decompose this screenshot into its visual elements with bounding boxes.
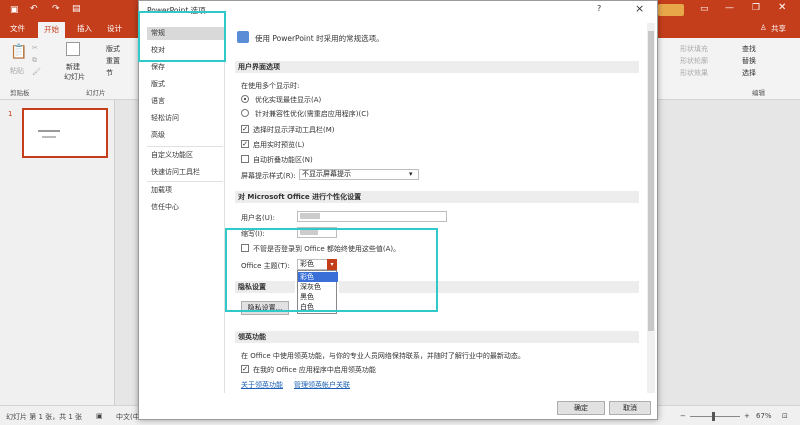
copy-icon[interactable]: ⧉ [32,56,37,65]
checkbox-live-preview[interactable]: ✓ [241,140,249,148]
reset-button[interactable]: 重置 [106,56,120,66]
undo-icon[interactable]: ↶ [30,4,38,14]
slide-info: 幻灯片 第 1 张，共 1 张 [6,413,83,421]
options-content: 使用 PowerPoint 时采用的常规选项。 用户界面选项 在使用多个显示时:… [229,23,645,393]
nav-quick-access[interactable]: 快速访问工具栏 [147,166,225,179]
redo-icon[interactable]: ↷ [52,4,60,14]
nav-addins[interactable]: 加载项 [147,184,225,197]
shape-outline-button[interactable]: 形状轮廓 [680,56,708,66]
slide-number: 1 [8,110,13,118]
new-slide-button[interactable]: 新建 [66,62,80,72]
radio-optimize-appearance[interactable] [241,95,249,103]
user-icon[interactable]: ♙ [760,23,767,32]
screentip-chevron-icon[interactable]: ▾ [409,170,413,178]
username-field[interactable] [297,211,447,222]
paste-button[interactable]: 粘贴 [10,66,24,76]
checkbox-linkedin[interactable]: ✓ [241,365,249,373]
cancel-button[interactable]: 取消 [609,401,651,415]
section-linkedin: 领英功能 [235,331,639,343]
link-manage-linkedin[interactable]: 管理领英帐户关联 [294,380,350,390]
tab-design[interactable]: 设计 [107,23,122,34]
find-button[interactable]: 查找 [742,44,756,54]
nav-layout[interactable]: 版式 [147,78,225,91]
tab-file[interactable]: 文件 [10,23,25,34]
select-button[interactable]: 选择 [742,68,756,78]
cut-icon[interactable]: ✂ [32,44,38,52]
checkbox-mini-toolbar-label: 选择时显示浮动工具栏(M) [253,126,335,134]
highlight-theme-box [225,228,438,312]
screentip-select[interactable]: 不显示屏幕提示 [299,169,419,180]
thumb-title-line [38,130,60,132]
fit-slide-icon[interactable]: ⊡ [782,412,788,420]
zoom-plus-icon[interactable]: + [744,412,750,420]
radio-optimize-compat[interactable] [241,109,249,117]
zoom-minus-icon[interactable]: − [680,412,686,420]
tab-home[interactable]: 开始 [38,22,65,38]
clipboard-group-label: 剪贴板 [10,89,30,97]
radio-optimize-compat-label: 针对兼容性优化(需重启应用程序)(C) [255,110,369,118]
checkbox-collapse-ribbon-label: 自动折叠功能区(N) [253,156,313,164]
present-icon[interactable]: ▤ [72,4,81,14]
options-dialog: PowerPoint 选项 ? × 常规 校对 保存 版式 语言 轻松访问 高级… [138,0,658,420]
slide-thumbnail[interactable] [22,108,108,158]
zoom-level[interactable]: 67% [756,412,772,420]
nav-trust-center[interactable]: 信任中心 [147,201,225,214]
options-nav: 常规 校对 保存 版式 语言 轻松访问 高级 自定义功能区 快速访问工具栏 加载… [143,23,225,393]
editing-group-label: 编辑 [752,89,765,97]
section-personalize: 对 Microsoft Office 进行个性化设置 [235,191,639,203]
linkedin-description: 在 Office 中使用领英功能，与你的专业人员网络保持联系，并随时了解行业中的… [241,352,525,360]
general-options-icon [237,31,249,43]
section-ui-options: 用户界面选项 [235,61,639,73]
nav-divider [147,146,223,147]
save-icon[interactable]: ▣ [10,5,19,15]
nav-accessibility[interactable]: 轻松访问 [147,112,225,125]
link-about-linkedin[interactable]: 关于领英功能 [241,380,283,390]
username-label: 用户名(U): [241,214,275,222]
close-app-icon[interactable]: ✕ [778,2,786,13]
scrollbar-thumb[interactable] [648,31,654,331]
checkbox-live-preview-label: 启用实时预览(L) [253,141,305,149]
help-icon[interactable]: ? [597,4,601,13]
nav-customize-ribbon[interactable]: 自定义功能区 [147,149,225,162]
nav-language[interactable]: 语言 [147,95,225,108]
restore-icon[interactable]: ❐ [752,3,760,13]
highlight-nav-box [138,11,226,62]
minimize-icon[interactable]: — [725,3,734,13]
zoom-slider-thumb[interactable] [712,412,715,421]
thumb-subtitle-line [42,136,56,138]
slides-group-label: 幻灯片 [86,89,106,97]
ok-button[interactable]: 确定 [557,401,605,415]
radio-optimize-appearance-label: 优化实现最佳显示(A) [255,96,322,104]
shape-fill-button[interactable]: 形状填充 [680,44,708,54]
layout-button[interactable]: 版式 [106,44,120,54]
nav-save[interactable]: 保存 [147,61,225,74]
format-painter-icon[interactable]: 🖌 [32,68,41,76]
replace-button[interactable]: 替换 [742,56,756,66]
zoom-slider[interactable] [690,416,740,417]
tab-insert[interactable]: 插入 [77,23,92,34]
checkbox-collapse-ribbon[interactable] [241,155,249,163]
section-button[interactable]: 节 [106,68,113,78]
screentip-label: 屏幕提示样式(R): [241,172,296,180]
warning-badge[interactable] [658,4,684,16]
checkbox-mini-toolbar[interactable]: ✓ [241,125,249,133]
checkbox-linkedin-label: 在我的 Office 应用程序中启用领英功能 [253,366,376,374]
dialog-close-icon[interactable]: × [635,2,644,15]
new-slide-icon[interactable] [66,42,80,56]
new-slide-label2: 幻灯片 [64,73,85,81]
share-button[interactable]: 共享 [771,23,786,34]
spell-check-icon[interactable]: ▣ [96,412,103,420]
shape-effect-button[interactable]: 形状效果 [680,68,708,78]
ribbon-options-icon[interactable]: ▭ [700,4,709,14]
paste-icon[interactable]: 📋 [10,44,27,60]
nav-advanced[interactable]: 高级 [147,129,225,142]
multi-display-label: 在使用多个显示时: [241,82,300,90]
page-header: 使用 PowerPoint 时采用的常规选项。 [255,34,384,43]
nav-divider [147,181,223,182]
